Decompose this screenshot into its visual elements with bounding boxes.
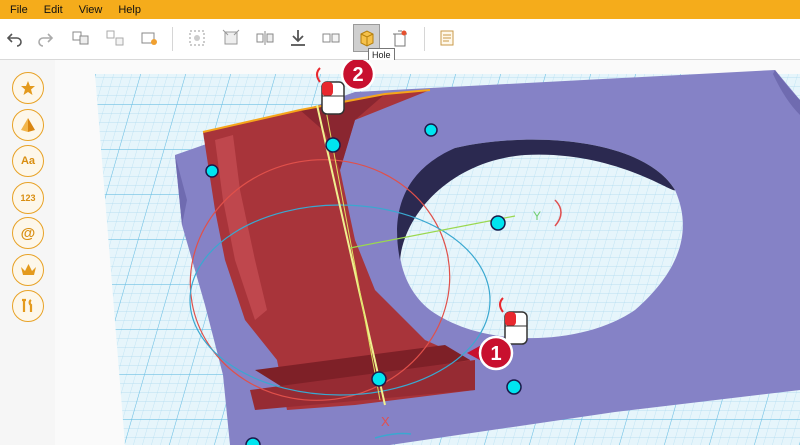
svg-text:1: 1: [490, 343, 501, 365]
pyramid-icon: [21, 118, 35, 132]
toolbar-divider: [172, 27, 173, 51]
viewport-3d[interactable]: Y X 2 1: [55, 60, 800, 445]
callout-step-2: 2: [340, 60, 376, 92]
sidebar-item-tools[interactable]: [12, 290, 44, 322]
handle[interactable]: [506, 379, 522, 395]
group-icon[interactable]: [68, 25, 94, 51]
align-icon[interactable]: [184, 25, 210, 51]
download-icon[interactable]: [285, 25, 311, 51]
sidebar-item-numbers[interactable]: 123: [12, 182, 44, 214]
undo-icon[interactable]: [2, 25, 28, 51]
ungroup-icon[interactable]: [102, 25, 128, 51]
snap-icon[interactable]: [218, 25, 244, 51]
handle[interactable]: [325, 137, 341, 153]
toolbar-divider: [424, 27, 425, 51]
handle[interactable]: [490, 215, 506, 231]
sidebar-item-text[interactable]: Aa: [12, 145, 44, 177]
scene-canvas[interactable]: Y X 2 1: [55, 60, 800, 445]
menu-file[interactable]: File: [0, 4, 28, 16]
menu-edit[interactable]: Edit: [34, 4, 63, 16]
svg-text:2: 2: [352, 64, 363, 86]
numbers-icon: 123: [20, 193, 36, 203]
redo-icon[interactable]: [32, 25, 58, 51]
handle[interactable]: [424, 123, 438, 137]
sidebar-item-crown[interactable]: [12, 254, 44, 286]
sidebar-item-favorites[interactable]: [12, 72, 44, 104]
sidebar-item-shapes[interactable]: [12, 109, 44, 141]
crown-icon: [20, 264, 36, 275]
toolbar: [0, 19, 800, 60]
mirror-icon[interactable]: [252, 25, 278, 51]
handle[interactable]: [205, 164, 219, 178]
split-icon[interactable]: [318, 25, 344, 51]
notes-icon[interactable]: [434, 25, 460, 51]
text-icon: Aa: [20, 155, 36, 167]
star-icon: [21, 81, 35, 95]
handle[interactable]: [371, 371, 387, 387]
menu-help[interactable]: Help: [108, 4, 141, 16]
handle[interactable]: [245, 437, 261, 445]
tools-icon: [22, 298, 33, 312]
package-icon[interactable]: [136, 25, 162, 51]
menu-view[interactable]: View: [69, 4, 103, 16]
at-icon: @: [20, 224, 36, 242]
svg-text:X: X: [381, 414, 390, 429]
svg-text:Y: Y: [533, 209, 541, 223]
sidebar-item-symbols[interactable]: @: [12, 217, 44, 249]
menu-bar: File Edit View Help: [0, 0, 800, 19]
sidebar: Aa 123 @: [0, 60, 55, 445]
